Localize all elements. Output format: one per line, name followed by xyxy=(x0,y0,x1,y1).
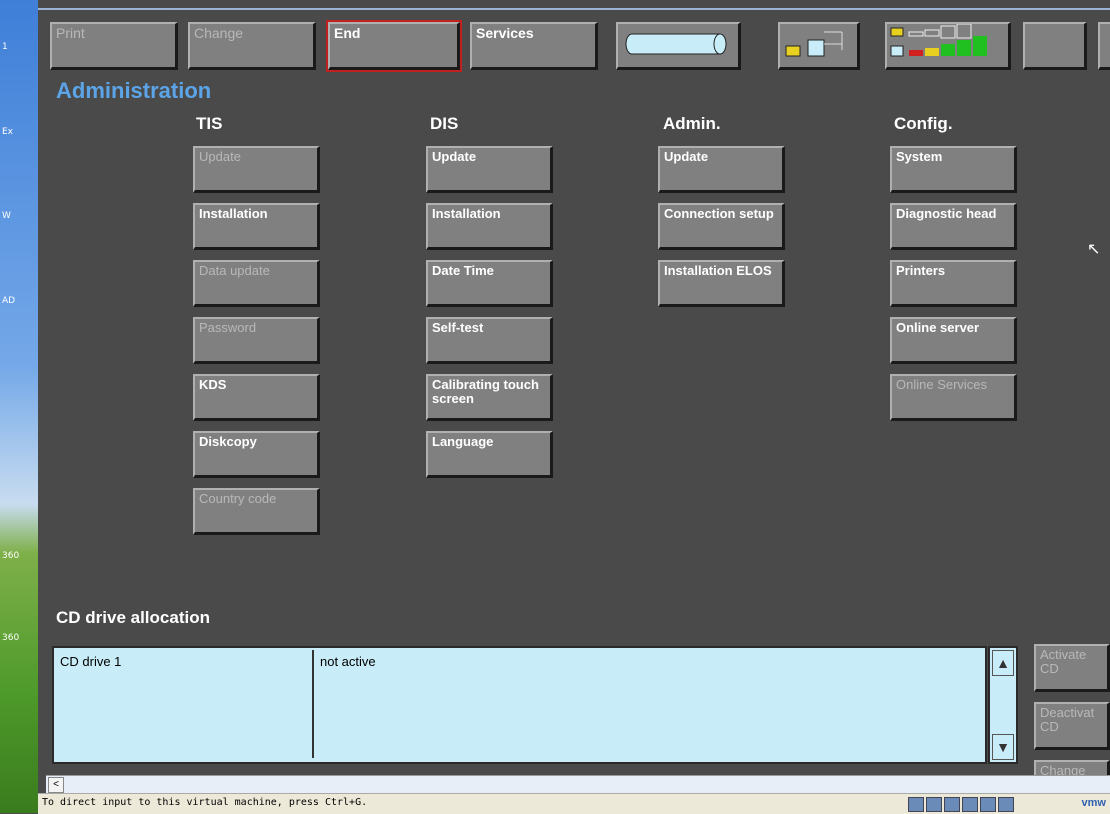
network-status-panel[interactable] xyxy=(778,22,860,70)
cd-drive-allocation-heading: CD drive allocation xyxy=(56,608,210,627)
horizontal-scrollbar[interactable]: < xyxy=(46,775,1110,794)
config-diagnostic-head-button[interactable]: Diagnostic head xyxy=(890,203,1017,250)
tray-usb-icon[interactable] xyxy=(962,797,978,812)
config-online-services-button[interactable]: Online Services xyxy=(890,374,1017,421)
tis-password-button[interactable]: Password xyxy=(193,317,320,364)
dis-self-test-button[interactable]: Self-test xyxy=(426,317,553,364)
print-button[interactable]: Print xyxy=(50,22,178,70)
deactivate-cd-button[interactable]: Deactivat CD xyxy=(1034,702,1110,750)
tis-update-button[interactable]: Update xyxy=(193,146,320,193)
change-button[interactable]: Change xyxy=(188,22,316,70)
desktop-label: W xyxy=(2,211,11,221)
vmware-status-bar: To direct input to this virtual machine,… xyxy=(38,793,1110,814)
admin-installation-elos-button[interactable]: Installation ELOS xyxy=(658,260,785,307)
scroll-left-icon[interactable]: < xyxy=(48,777,64,793)
dis-calibrating-touch-screen-button[interactable]: Calibrating touch screen xyxy=(426,374,553,421)
config-header: Config. xyxy=(894,114,953,133)
admin-header: Admin. xyxy=(663,114,721,133)
tis-installation-button[interactable]: Installation xyxy=(193,203,320,250)
cylinder-icon xyxy=(625,33,727,55)
tray-sound-icon[interactable] xyxy=(980,797,996,812)
desktop-label: Ex xyxy=(2,127,14,137)
cd-drive-table[interactable]: CD drive 1 not active xyxy=(52,646,987,764)
page-title: Administration xyxy=(56,78,212,103)
dis-language-button[interactable]: Language xyxy=(426,431,553,478)
edge-panel[interactable] xyxy=(1098,22,1110,70)
tis-diskcopy-button[interactable]: Diskcopy xyxy=(193,431,320,478)
tis-data-update-button[interactable]: Data update xyxy=(193,260,320,307)
config-system-button[interactable]: System xyxy=(890,146,1017,193)
signal-status-panel[interactable] xyxy=(885,22,1011,70)
connection-cylinder-panel[interactable] xyxy=(616,22,741,70)
desktop-label: 1 xyxy=(2,42,8,52)
activate-cd-button[interactable]: Activate CD xyxy=(1034,644,1110,692)
desktop-label: 360 xyxy=(2,551,20,561)
admin-connection-setup-button[interactable]: Connection setup xyxy=(658,203,785,250)
cd-drive-status-cell[interactable]: not active xyxy=(316,650,984,758)
vmware-logo: vmw xyxy=(1081,797,1106,809)
admin-update-button[interactable]: Update xyxy=(658,146,785,193)
cd-drive-name-cell[interactable]: CD drive 1 xyxy=(56,650,314,758)
tray-cd-icon[interactable] xyxy=(926,797,942,812)
services-button[interactable]: Services xyxy=(470,22,598,70)
tray-message-icon[interactable] xyxy=(998,797,1014,812)
config-printers-button[interactable]: Printers xyxy=(890,260,1017,307)
dis-header: DIS xyxy=(430,114,459,133)
mouse-pointer-icon: ↖ xyxy=(1087,241,1101,258)
scroll-up-icon[interactable]: ▲ xyxy=(992,650,1014,676)
desktop-label: AD xyxy=(2,296,16,306)
tray-device-icon[interactable] xyxy=(908,797,924,812)
desktop-strip: 1 Ex W AD 360 360 xyxy=(0,0,38,813)
tray-network-icon[interactable] xyxy=(944,797,960,812)
das-application-window: Print Change End Services Administration… xyxy=(38,8,1110,795)
tis-header: TIS xyxy=(196,114,223,133)
network-device-icon xyxy=(785,31,843,57)
desktop-label: 360 xyxy=(2,633,20,643)
dis-update-button[interactable]: Update xyxy=(426,146,553,193)
scroll-down-icon[interactable]: ▼ xyxy=(992,734,1014,760)
cd-table-scrollbar[interactable]: ▲ ▼ xyxy=(988,646,1018,764)
tis-kds-button[interactable]: KDS xyxy=(193,374,320,421)
blank-panel[interactable] xyxy=(1023,22,1087,70)
tis-country-code-button[interactable]: Country code xyxy=(193,488,320,535)
dis-date-time-button[interactable]: Date Time xyxy=(426,260,553,307)
config-online-server-button[interactable]: Online server xyxy=(890,317,1017,364)
end-button[interactable]: End xyxy=(326,20,462,72)
signal-strength-icon xyxy=(890,23,987,57)
status-message: To direct input to this virtual machine,… xyxy=(42,797,368,808)
dis-installation-button[interactable]: Installation xyxy=(426,203,553,250)
